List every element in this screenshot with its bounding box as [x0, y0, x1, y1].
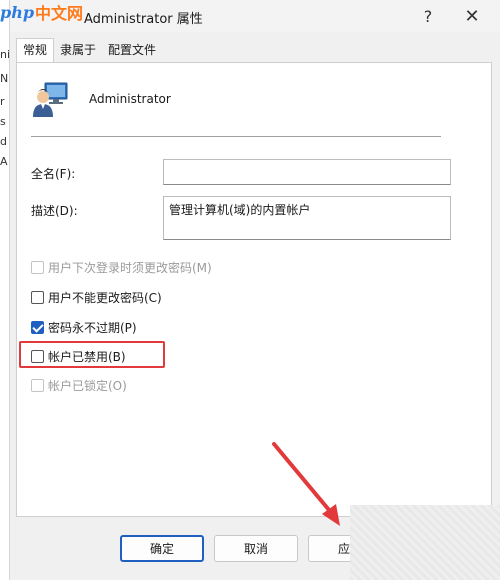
checkbox-label: 用户不能更改密码(C): [48, 291, 162, 305]
cancel-button[interactable]: 取消: [214, 535, 298, 562]
description-label: 描述(D):: [31, 204, 78, 218]
checkbox-account-locked[interactable]: 帐户已锁定(O): [31, 377, 127, 394]
annotation-arrow-icon: [272, 442, 340, 526]
help-icon: ?: [423, 6, 433, 26]
checkbox-box[interactable]: [31, 350, 44, 363]
user-monitor-icon: [33, 82, 68, 117]
fullname-label: 全名(F):: [31, 167, 76, 181]
background-text-fragment: d: [0, 135, 7, 148]
background-text-fragment: A: [0, 155, 8, 168]
watermark-part-2: 中文网: [35, 4, 84, 23]
tab-panel-general: Administrator 全名(F): 描述(D): 管理计算机(域)的内置帐…: [16, 62, 492, 517]
description-input[interactable]: 管理计算机(域)的内置帐户: [163, 196, 451, 240]
background-text-fragment: r: [0, 95, 5, 108]
noise-patch: [350, 505, 500, 580]
tab-profile[interactable]: 配置文件: [102, 40, 162, 62]
tab-strip: 常规 隶属于 配置文件: [16, 38, 162, 62]
checkbox-box[interactable]: [31, 261, 44, 274]
checkbox-must-change-password[interactable]: 用户下次登录时须更改密码(M): [31, 259, 212, 276]
background-text-fragment: N: [0, 72, 9, 85]
background-text-fragment: s: [0, 115, 6, 128]
user-name: Administrator: [89, 92, 171, 106]
ok-button[interactable]: 确定: [120, 535, 204, 562]
help-button[interactable]: ?: [406, 0, 450, 32]
checkbox-label: 用户下次登录时须更改密码(M): [48, 261, 212, 275]
properties-dialog: Administrator 属性 ? ✕ 常规 隶属于 配置文件 Adminis…: [10, 0, 500, 580]
close-button[interactable]: ✕: [450, 0, 494, 32]
background-window-strip: ni N r s d A: [0, 0, 10, 580]
checkbox-label: 帐户已锁定(O): [48, 379, 127, 393]
close-icon: ✕: [464, 5, 480, 27]
title-bar: Administrator 属性 ? ✕: [10, 0, 500, 32]
fullname-input[interactable]: [163, 159, 451, 185]
checkbox-account-disabled[interactable]: 帐户已禁用(B): [31, 348, 126, 365]
checkbox-label: 密码永不过期(P): [48, 321, 137, 335]
checkbox-box[interactable]: [31, 379, 44, 392]
watermark-part-1: php: [0, 2, 35, 22]
checkbox-label: 帐户已禁用(B): [48, 350, 126, 364]
window-title: Administrator 属性: [84, 12, 203, 27]
checkbox-box[interactable]: [31, 291, 44, 304]
watermark-logo: php 中文网: [0, 0, 83, 24]
checkbox-box-checked[interactable]: [31, 321, 44, 334]
background-text-fragment: ni: [0, 48, 11, 61]
separator-line: [31, 136, 441, 137]
tab-member-of[interactable]: 隶属于: [54, 40, 102, 62]
checkbox-cannot-change-password[interactable]: 用户不能更改密码(C): [31, 289, 162, 306]
tab-general[interactable]: 常规: [16, 38, 55, 62]
checkbox-password-never-expires[interactable]: 密码永不过期(P): [31, 319, 137, 336]
